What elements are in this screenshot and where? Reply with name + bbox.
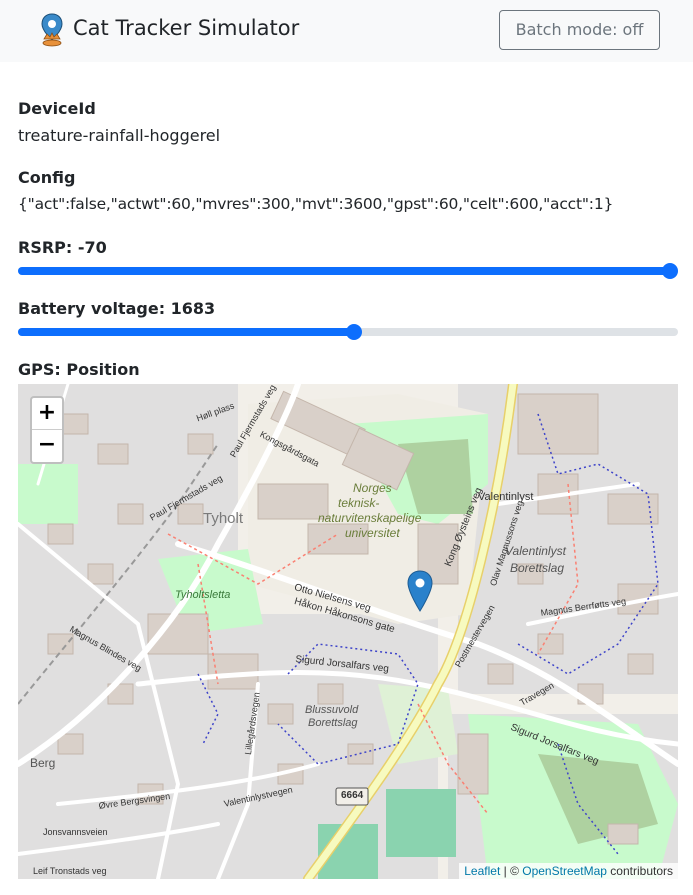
map-label-ntnu-3: naturvitenskapelige [318, 511, 422, 525]
attribution-separator: | © [500, 864, 523, 878]
rsrp-slider[interactable] [18, 261, 678, 279]
zoom-in-button[interactable]: + [32, 398, 62, 430]
attribution-contributors: contributors [606, 864, 673, 878]
map-label-ntnu-1: Norges [353, 481, 392, 495]
leaflet-link[interactable]: Leaflet [464, 864, 500, 878]
map-label-valentinlyst-borettslag-1: Valentinlyst [505, 544, 566, 558]
map-label-berg: Berg [30, 756, 56, 770]
config-value: {"act":false,"actwt":60,"mvres":300,"mvt… [18, 195, 614, 213]
navbar: Cat Tracker Simulator Batch mode: off [0, 0, 693, 62]
map-label-leif-tronstads-veg: Leif Tronstads veg [33, 866, 107, 876]
gps-map[interactable]: Tyholt Norges teknisk- naturvitenskapeli… [18, 384, 678, 879]
app-title: Cat Tracker Simulator [73, 16, 300, 40]
rsrp-label: RSRP: -70 [18, 238, 107, 257]
cat-location-icon [41, 13, 63, 47]
map-label-blussuvold-2: Borettslag [308, 717, 358, 729]
map-label-valentinlyst: Valentinlyst [478, 491, 534, 503]
map-label-road-6664: 6664 [341, 790, 364, 801]
battery-slider-thumb[interactable] [346, 324, 363, 340]
map-label-jonsvannsveien: Jonsvannsveien [43, 827, 108, 837]
zoom-out-button[interactable]: − [32, 430, 62, 462]
location-marker-icon[interactable] [407, 570, 433, 612]
zoom-control: + − [30, 396, 64, 464]
openstreetmap-link[interactable]: OpenStreetMap [522, 864, 607, 878]
map-label-blussuvold-1: Blussuvold [305, 704, 359, 716]
battery-slider-fill [18, 328, 355, 336]
config-label: Config [18, 168, 76, 187]
map-attribution: Leaflet | © OpenStreetMap contributors [459, 863, 678, 879]
map-label-ntnu-2: teknisk- [338, 496, 380, 510]
map-label-tyholtsletta: Tyholtsletta [175, 589, 231, 601]
rsrp-slider-fill [18, 267, 670, 275]
rsrp-slider-thumb[interactable] [662, 263, 678, 279]
gps-label: GPS: Position [18, 360, 140, 379]
map-label-tyholt: Tyholt [203, 510, 244, 527]
battery-slider[interactable] [18, 322, 678, 340]
map-label-ntnu-4: universitet [345, 526, 400, 540]
device-id-label: DeviceId [18, 99, 96, 118]
batch-mode-button[interactable]: Batch mode: off [499, 10, 660, 50]
battery-label: Battery voltage: 1683 [18, 299, 216, 318]
device-id-value: treature-rainfall-hoggerel [18, 126, 221, 145]
map-label-valentinlyst-borettslag-2: Borettslag [510, 561, 565, 575]
